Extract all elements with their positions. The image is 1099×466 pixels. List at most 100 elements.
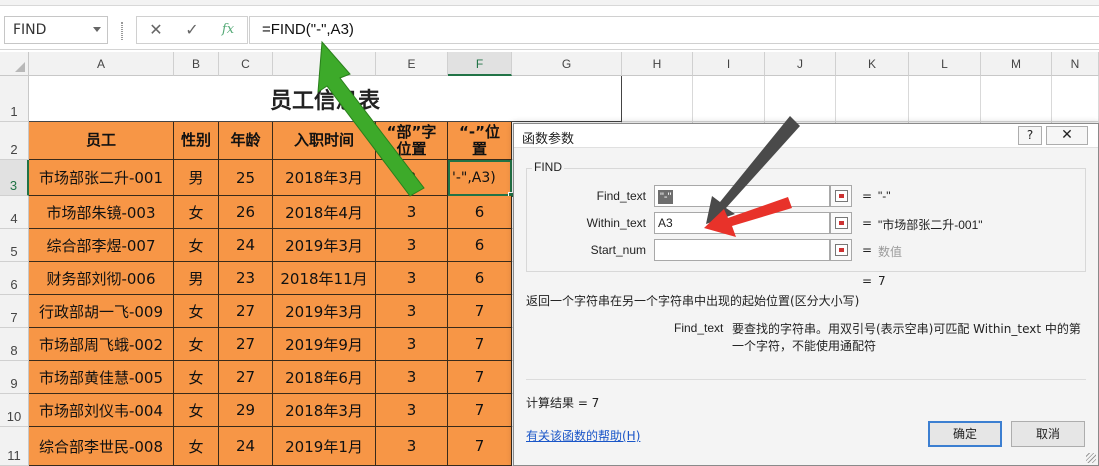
row-header-2[interactable]: 2 (0, 122, 29, 160)
table-cell[interactable]: 25 (219, 160, 273, 196)
table-cell[interactable]: 6 (448, 229, 512, 262)
table-cell[interactable]: 7 (448, 427, 512, 466)
cell[interactable] (765, 76, 836, 122)
row-header-4[interactable]: 4 (0, 196, 29, 229)
ok-button[interactable]: 确定 (928, 421, 1002, 447)
column-header-h[interactable]: H (622, 52, 693, 76)
table-cell[interactable]: 3 (376, 361, 448, 394)
active-cell[interactable]: '-",A3) (448, 160, 514, 198)
table-cell[interactable]: 综合部李煜-007 (29, 229, 174, 262)
table-cell[interactable]: 男 (174, 160, 219, 196)
column-header-a[interactable]: A (29, 52, 174, 76)
cell[interactable] (622, 76, 693, 122)
table-cell[interactable]: 2019年9月 (273, 328, 376, 361)
table-cell[interactable]: 27 (219, 361, 273, 394)
cell[interactable] (836, 76, 909, 122)
table-cell[interactable]: 女 (174, 361, 219, 394)
table-cell[interactable]: 综合部李世民-008 (29, 427, 174, 466)
table-cell[interactable]: 女 (174, 427, 219, 466)
table-cell[interactable]: 3 (376, 328, 448, 361)
table-cell[interactable]: 7 (448, 295, 512, 328)
table-cell[interactable]: 3 (376, 295, 448, 328)
table-cell[interactable]: 2019年3月 (273, 229, 376, 262)
table-header-cell[interactable]: “部”字 位置 (376, 122, 448, 160)
table-cell[interactable]: 2018年3月 (273, 160, 376, 196)
table-cell[interactable]: 市场部朱镜-003 (29, 196, 174, 229)
table-cell[interactable]: 27 (219, 328, 273, 361)
table-cell[interactable]: 2018年3月 (273, 394, 376, 427)
sheet-title-cell[interactable]: 员工信息表 (29, 76, 622, 122)
table-cell[interactable]: 行政部胡一飞-009 (29, 295, 174, 328)
select-all-corner[interactable] (0, 52, 29, 76)
table-cell[interactable]: 市场部刘仪韦-004 (29, 394, 174, 427)
cell[interactable] (909, 76, 981, 122)
table-cell[interactable]: 24 (219, 229, 273, 262)
chevron-down-icon[interactable] (93, 27, 101, 32)
table-cell[interactable]: 6 (448, 196, 512, 229)
close-button[interactable]: ✕ (1046, 126, 1088, 145)
table-cell[interactable]: 女 (174, 196, 219, 229)
table-cell[interactable]: 2018年6月 (273, 361, 376, 394)
table-cell[interactable]: 26 (219, 196, 273, 229)
column-header-k[interactable]: K (836, 52, 909, 76)
row-header-3[interactable]: 3 (0, 160, 29, 196)
table-cell[interactable]: 财务部刘彻-006 (29, 262, 174, 295)
column-header-b[interactable]: B (174, 52, 219, 76)
start-num-collapse-button[interactable] (830, 239, 852, 261)
cancel-formula-icon[interactable]: ✕ (143, 19, 169, 41)
start-num-input[interactable] (654, 239, 830, 261)
help-link[interactable]: 有关该函数的帮助(H) (526, 427, 640, 444)
table-cell[interactable]: 3 (376, 160, 448, 196)
within-text-input[interactable]: A3 (654, 212, 830, 234)
table-cell[interactable]: 27 (219, 295, 273, 328)
find-text-input[interactable]: "-" (654, 185, 830, 207)
cell[interactable] (1052, 76, 1099, 122)
table-cell[interactable]: 2018年4月 (273, 196, 376, 229)
table-cell[interactable]: 6 (448, 262, 512, 295)
table-header-cell[interactable]: 入职时间 (273, 122, 376, 160)
table-header-cell[interactable]: 性别 (174, 122, 219, 160)
find-text-collapse-button[interactable] (830, 185, 852, 207)
resize-grip-icon[interactable] (1086, 453, 1096, 463)
table-cell[interactable]: 7 (448, 394, 512, 427)
table-cell[interactable]: 市场部张二升-001 (29, 160, 174, 196)
table-cell[interactable]: 2018年11月 (273, 262, 376, 295)
table-cell[interactable]: 7 (448, 361, 512, 394)
table-cell[interactable]: 7 (448, 328, 512, 361)
table-cell[interactable]: 市场部黄佳慧-005 (29, 361, 174, 394)
column-header-f[interactable]: F (448, 52, 512, 76)
row-header-6[interactable]: 6 (0, 262, 29, 295)
column-header-m[interactable]: M (981, 52, 1052, 76)
table-cell[interactable]: 3 (376, 394, 448, 427)
help-button[interactable]: ? (1018, 126, 1042, 145)
row-header-1[interactable]: 1 (0, 76, 29, 122)
table-header-cell[interactable]: “-”位 置 (448, 122, 512, 160)
row-header-5[interactable]: 5 (0, 229, 29, 262)
table-cell[interactable]: 3 (376, 229, 448, 262)
table-cell[interactable]: 男 (174, 262, 219, 295)
enter-formula-icon[interactable]: ✓ (179, 19, 205, 41)
row-header-10[interactable]: 10 (0, 394, 29, 427)
column-header-e[interactable]: E (376, 52, 448, 76)
cell[interactable] (981, 76, 1052, 122)
table-header-cell[interactable]: 员工 (29, 122, 174, 160)
dialog-title-bar[interactable]: 函数参数 ? ✕ (514, 124, 1098, 148)
table-cell[interactable]: 女 (174, 328, 219, 361)
table-cell[interactable]: 3 (376, 427, 448, 466)
cell[interactable] (693, 76, 765, 122)
column-header-g[interactable]: G (512, 52, 622, 76)
table-cell[interactable]: 24 (219, 427, 273, 466)
table-cell[interactable]: 2019年1月 (273, 427, 376, 466)
formula-input[interactable]: =FIND("-",A3) (249, 16, 1099, 44)
table-cell[interactable]: 29 (219, 394, 273, 427)
table-cell[interactable]: 市场部周飞蛾-002 (29, 328, 174, 361)
cancel-button[interactable]: 取消 (1011, 421, 1085, 447)
table-header-cell[interactable]: 年龄 (219, 122, 273, 160)
table-cell[interactable]: 女 (174, 394, 219, 427)
row-header-7[interactable]: 7 (0, 295, 29, 328)
table-cell[interactable]: 女 (174, 295, 219, 328)
column-header-n[interactable]: N (1052, 52, 1099, 76)
column-header-l[interactable]: L (909, 52, 981, 76)
insert-function-icon[interactable]: fx (215, 19, 241, 41)
row-header-9[interactable]: 9 (0, 361, 29, 394)
